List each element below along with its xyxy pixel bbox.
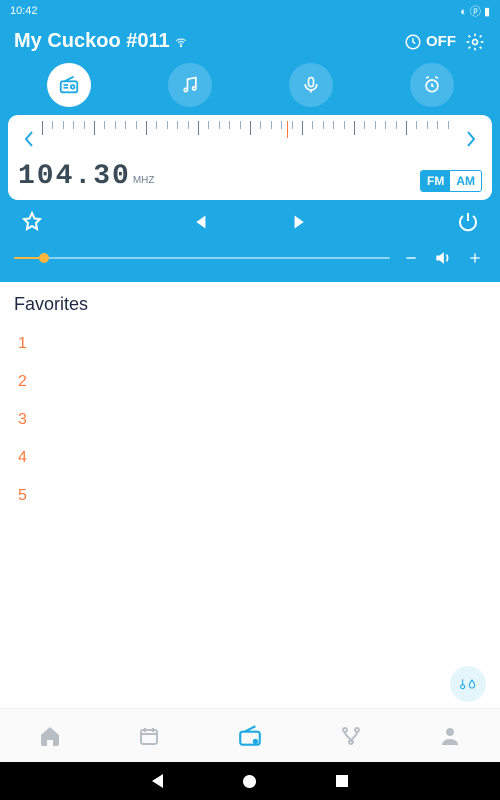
mic-icon [301,75,321,95]
prev-button[interactable] [188,211,210,233]
music-icon [180,75,200,95]
chevron-right-icon [465,130,477,148]
mode-mic[interactable] [289,63,333,107]
skip-prev-icon [188,211,210,233]
wifi-icon [174,35,188,49]
mode-tabs [0,57,500,115]
thermometer-droplet-icon [458,677,478,691]
power-toggle[interactable]: OFF [404,33,456,51]
frequency-unit: MHZ [133,175,155,186]
favorite-slot[interactable]: 2 [14,363,486,401]
tune-left-button[interactable] [18,130,40,148]
volume-row [0,240,500,282]
band-toggle[interactable]: FM AM [420,170,482,192]
android-status-bar: 10:42 ◐ ⓟ ▮ [0,0,500,22]
mode-music[interactable] [168,63,212,107]
radio-nav-icon [237,723,263,749]
gear-icon [465,32,485,52]
clock-icon [404,33,422,51]
frequency-value: 104.30 [18,161,131,192]
home-icon [38,724,62,748]
plus-icon [467,250,483,266]
next-button[interactable] [290,211,312,233]
nav-calendar[interactable] [137,724,161,748]
app-header: My Cuckoo #011 OFF [0,22,500,57]
volume-up-button[interactable] [464,250,486,266]
favorites-heading: Favorites [14,294,486,315]
settings-button[interactable] [464,31,486,53]
status-time: 10:42 [10,5,38,17]
favorite-button[interactable] [20,210,44,234]
fork-icon [339,724,363,748]
home-button[interactable] [243,775,256,788]
person-icon [438,724,462,748]
title-area: My Cuckoo #011 [14,30,188,53]
power-icon [456,210,480,234]
favorite-slot[interactable]: 5 [14,477,486,515]
volume-down-button[interactable] [400,250,422,266]
speaker-icon [433,248,453,268]
calendar-icon [137,724,161,748]
tune-right-button[interactable] [460,130,482,148]
radio-icon [58,74,80,96]
star-icon [20,210,44,234]
volume-icon [432,248,454,268]
tuner-card: 1.0 100.0 110.0 104.30MHZ FM AM [8,115,492,200]
chevron-left-icon [23,130,35,148]
status-icons: ◐ ⓟ ▮ [460,3,490,19]
alarm-icon [422,75,442,95]
mode-alarm[interactable] [410,63,454,107]
nav-profile[interactable] [438,724,462,748]
tuner-panel: 1.0 100.0 110.0 104.30MHZ FM AM [0,115,500,200]
band-fm[interactable]: FM [421,171,450,191]
favorite-slot[interactable]: 4 [14,439,486,477]
favorite-slot[interactable]: 3 [14,401,486,439]
skip-next-icon [290,211,312,233]
bottom-nav [0,708,500,762]
band-am[interactable]: AM [450,171,481,191]
minus-icon [403,250,419,266]
power-button[interactable] [456,210,480,234]
recent-button[interactable] [336,775,348,787]
device-title: My Cuckoo #011 [14,30,170,53]
favorites-section: Favorites 1 2 3 4 5 [0,282,500,708]
frequency-display: 104.30MHZ [18,161,155,192]
nav-home[interactable] [38,724,62,748]
weather-button[interactable] [450,666,486,702]
mode-radio[interactable] [47,63,91,107]
frequency-dial[interactable]: 1.0 100.0 110.0 [42,121,458,157]
android-nav-bar [0,762,500,800]
back-button[interactable] [152,774,163,788]
nav-share[interactable] [339,724,363,748]
off-label: OFF [426,33,456,50]
volume-slider[interactable] [14,257,390,259]
header-actions: OFF [404,31,486,53]
playback-controls [0,200,500,240]
nav-radio[interactable] [237,723,263,749]
favorite-slot[interactable]: 1 [14,325,486,363]
